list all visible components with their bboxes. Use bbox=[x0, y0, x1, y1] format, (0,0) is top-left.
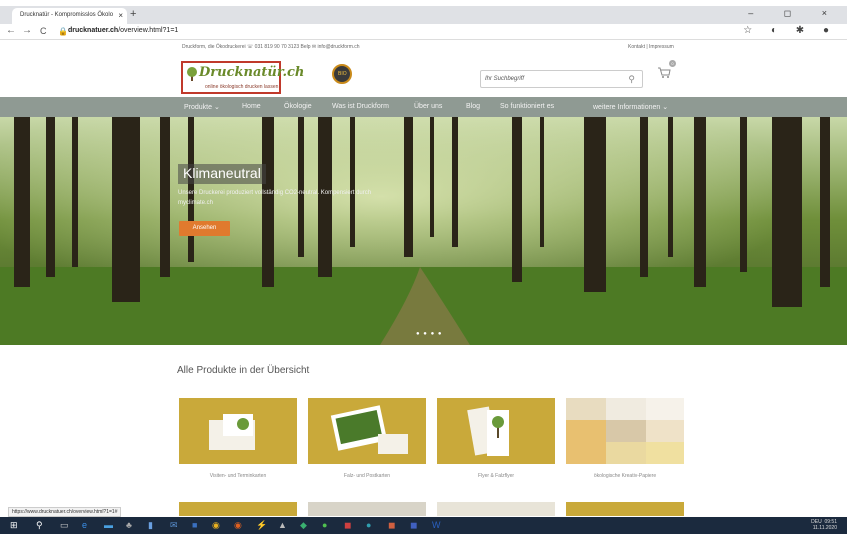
menu-item-oekologie[interactable]: Ökologie bbox=[284, 103, 312, 110]
tree-logo-icon bbox=[187, 67, 197, 81]
logo-text: Drucknatür.ch bbox=[199, 65, 305, 80]
browser-tab-bar: Drucknatür - Kompromisslos Ökolo × + – ◻… bbox=[0, 6, 847, 24]
paper-swatches-image bbox=[566, 398, 684, 464]
main-menu: Produkte ⌄ Home Ökologie Was ist Druckfo… bbox=[0, 97, 847, 117]
cart-count-badge: 0 bbox=[669, 60, 676, 67]
app-icon[interactable]: ◼ bbox=[388, 520, 395, 531]
contact-links[interactable]: Kontakt | Impressum bbox=[628, 44, 674, 50]
app-icon[interactable]: ♣ bbox=[126, 520, 132, 530]
slider-dots[interactable]: ● ● ● ● bbox=[416, 331, 443, 337]
bio-seal-icon: BIO bbox=[332, 64, 352, 84]
word-icon[interactable]: W bbox=[432, 520, 441, 530]
hero-banner bbox=[0, 117, 847, 345]
product-card-row2[interactable] bbox=[566, 502, 684, 516]
product-card-row2[interactable] bbox=[308, 502, 426, 516]
screenshot: Drucknatür - Kompromisslos Ökolo × + – ◻… bbox=[0, 0, 847, 534]
extension-icons[interactable]: ☆ ◐ ✱ ● bbox=[743, 25, 837, 36]
app-icon[interactable]: ◼ bbox=[344, 520, 351, 531]
back-icon[interactable]: ← bbox=[6, 25, 16, 36]
product-card-papiere[interactable] bbox=[566, 398, 684, 464]
url-host: drucknatuer.ch bbox=[68, 27, 119, 34]
menu-item-so-funktioniert-es[interactable]: So funktioniert es bbox=[500, 103, 554, 110]
status-url: https://www.drucknatuer.ch/overview.html… bbox=[8, 507, 122, 517]
menu-item-was-ist-druckform[interactable]: Was ist Druckform bbox=[332, 103, 389, 110]
site-logo[interactable]: Drucknatür.ch online ökologisch drucken … bbox=[181, 61, 304, 94]
hero-subtitle: Unsere Druckerei produziert vollständig … bbox=[178, 190, 372, 206]
product-card-postkarten[interactable] bbox=[308, 398, 426, 464]
product-caption[interactable]: ökologische Kreativ-Papiere bbox=[566, 473, 684, 479]
cart-icon[interactable] bbox=[657, 66, 671, 81]
edge-icon[interactable]: e bbox=[82, 520, 87, 530]
app-icon[interactable]: ▮ bbox=[148, 520, 153, 531]
search-box[interactable]: Ihr Suchbegriff ⚲ bbox=[480, 70, 643, 88]
window-controls[interactable]: – ◻ × bbox=[748, 8, 841, 19]
app-icon[interactable]: ▲ bbox=[278, 520, 287, 530]
taskbar-search-icon[interactable]: ⚲ bbox=[36, 520, 43, 531]
product-card-visitenkarten[interactable] bbox=[179, 398, 297, 464]
system-tray[interactable]: DEU 09:51 11.11.2020 bbox=[811, 519, 837, 531]
postcard-image bbox=[330, 405, 408, 454]
app-icon[interactable]: ◆ bbox=[300, 520, 307, 531]
search-icon[interactable]: ⚲ bbox=[628, 74, 635, 85]
product-caption[interactable]: Flyer & Falzflyer bbox=[437, 473, 555, 479]
business-card-image bbox=[209, 414, 255, 450]
forward-icon[interactable]: → bbox=[22, 25, 32, 36]
tab-title: Drucknatür - Kompromisslos Ökolo bbox=[20, 12, 114, 18]
app-icon[interactable]: ● bbox=[366, 520, 371, 530]
product-card-row2[interactable] bbox=[179, 502, 297, 516]
menu-item-blog[interactable]: Blog bbox=[466, 103, 480, 110]
lock-icon: 🔒 bbox=[58, 27, 68, 36]
app-icon[interactable]: ■ bbox=[192, 520, 197, 530]
firefox-icon[interactable]: ◉ bbox=[234, 520, 242, 531]
explorer-icon[interactable]: ▬ bbox=[104, 520, 113, 530]
product-caption[interactable]: Visiten- und Terminkarten bbox=[179, 473, 297, 479]
app-icon[interactable]: ● bbox=[322, 520, 327, 530]
tab-close-icon[interactable]: × bbox=[118, 11, 123, 20]
forest-image bbox=[0, 117, 847, 345]
task-view-icon[interactable]: ▭ bbox=[60, 520, 69, 531]
search-input[interactable]: Ihr Suchbegriff bbox=[485, 76, 524, 82]
url-field[interactable]: drucknatuer.ch/overview.html?1=1 bbox=[68, 27, 178, 34]
menu-item-produkte[interactable]: Produkte ⌄ bbox=[184, 103, 220, 111]
product-card-flyer[interactable] bbox=[437, 398, 555, 464]
product-caption[interactable]: Falz- und Postkarten bbox=[308, 473, 426, 479]
app-icon[interactable]: ⚡ bbox=[256, 520, 267, 531]
hero-title: Klimaneutral bbox=[178, 164, 266, 184]
hero-button[interactable]: Ansehen bbox=[179, 221, 230, 236]
browser-tab[interactable]: Drucknatür - Kompromisslos Ökolo × bbox=[12, 8, 127, 24]
windows-taskbar: ⊞ ⚲ ▭ e ▬ ♣ ▮ ✉ ■ ◉ ◉ ⚡ ▲ ◆ ● ◼ ● ◼ ◼ W … bbox=[0, 517, 847, 534]
app-icon[interactable]: ◼ bbox=[410, 520, 417, 531]
products-title: Alle Produkte in der Übersicht bbox=[177, 365, 310, 376]
new-tab-button[interactable]: + bbox=[130, 8, 136, 20]
address-bar: ← → C 🔒 drucknatuer.ch/overview.html?1=1… bbox=[0, 24, 847, 40]
start-icon[interactable]: ⊞ bbox=[10, 520, 18, 531]
top-info-bar: Druckform, die Ökodruckerei ☏ 031 819 90… bbox=[182, 44, 360, 50]
tray-date: 11.11.2020 bbox=[812, 525, 837, 531]
product-card-row2[interactable] bbox=[437, 502, 555, 516]
chrome-icon[interactable]: ◉ bbox=[212, 520, 220, 531]
flyer-image bbox=[467, 406, 509, 456]
url-path: /overview.html?1=1 bbox=[118, 27, 179, 34]
logo-tagline: online ökologisch drucken lassen bbox=[205, 84, 279, 90]
menu-item-ueber-uns[interactable]: Über uns bbox=[414, 103, 442, 110]
menu-item-weitere-informationen[interactable]: weitere Informationen ⌄ bbox=[593, 103, 668, 111]
mail-icon[interactable]: ✉ bbox=[170, 520, 178, 531]
menu-item-home[interactable]: Home bbox=[242, 103, 261, 110]
reload-icon[interactable]: C bbox=[40, 26, 47, 36]
